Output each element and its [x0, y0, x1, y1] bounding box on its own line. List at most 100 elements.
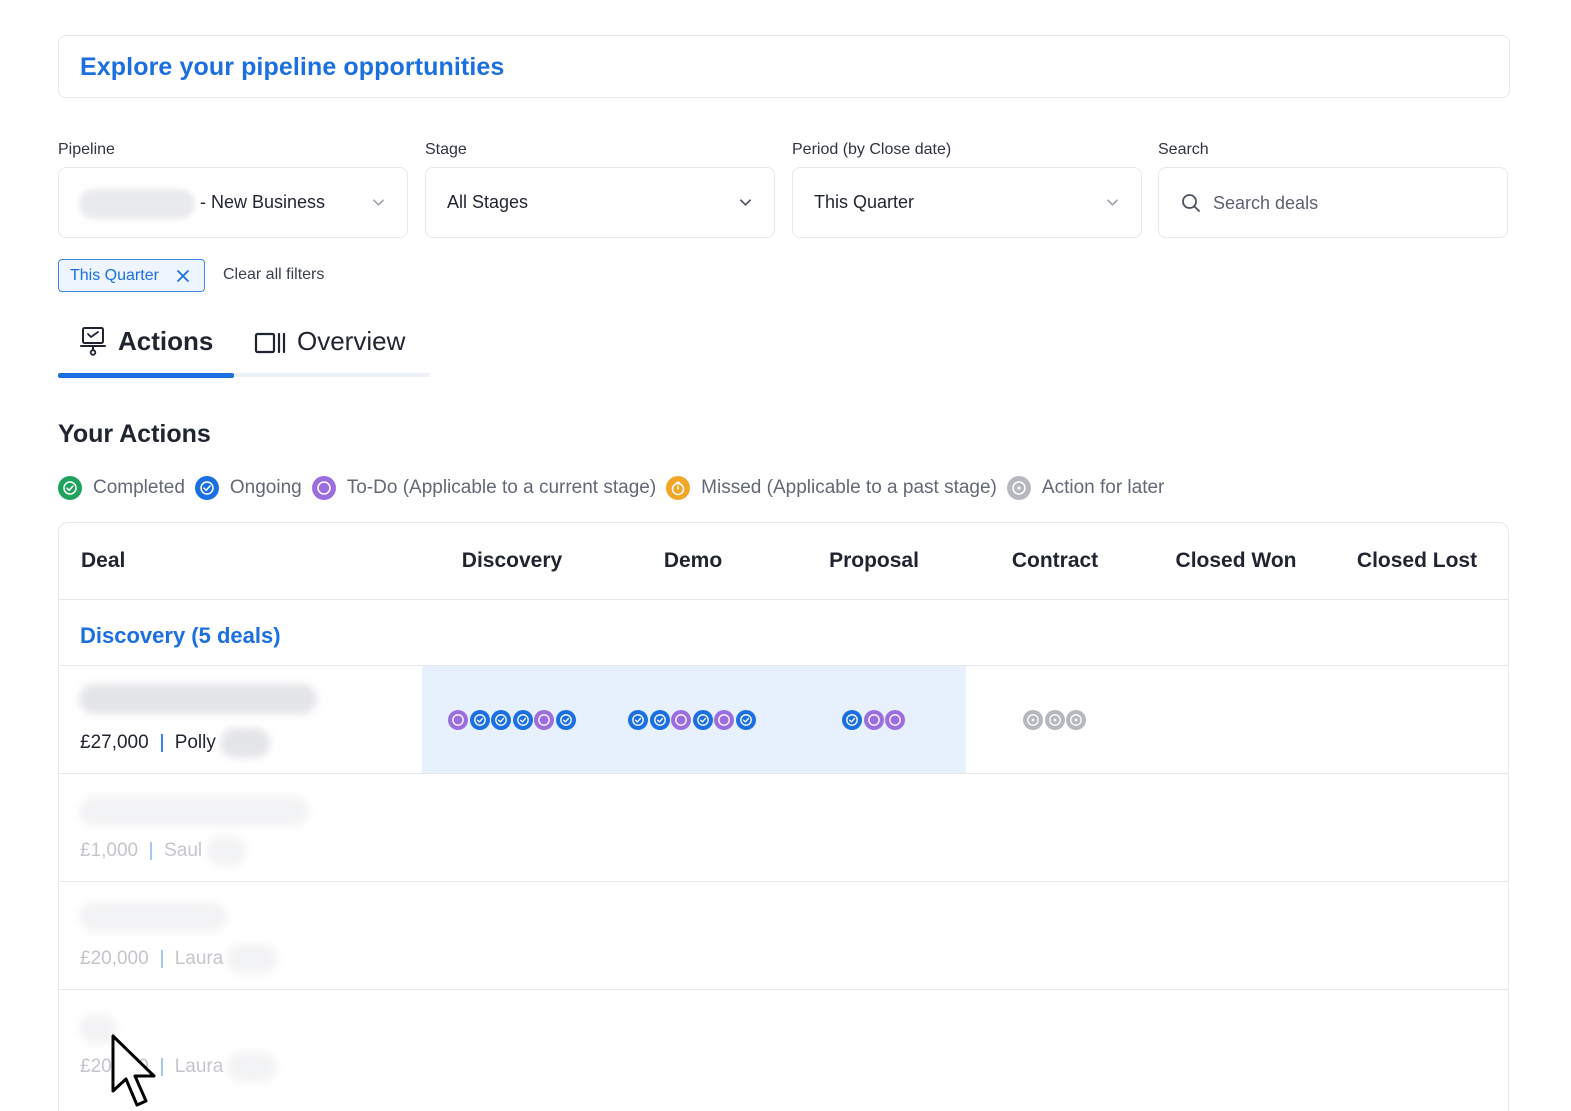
- discovery-actions[interactable]: [448, 710, 577, 730]
- chip-label: This Quarter: [70, 267, 159, 284]
- column-header-proposal: Proposal: [829, 549, 919, 572]
- section-title: Your Actions: [58, 420, 211, 448]
- separator: [160, 1058, 163, 1076]
- stage-value: All Stages: [447, 192, 529, 212]
- ongoing-status-icon[interactable]: [628, 710, 648, 730]
- chevron-down-icon: [373, 199, 384, 206]
- ongoing-status-icon[interactable]: [491, 710, 511, 730]
- tab-actions-label: Actions: [118, 326, 214, 356]
- column-header-closed-lost: Closed Lost: [1356, 549, 1478, 572]
- chevron-down-icon: [740, 199, 751, 206]
- column-header-closed-won: Closed Won: [1175, 549, 1297, 572]
- stage-select[interactable]: All Stages: [425, 167, 775, 238]
- owner-surname-redacted: [219, 728, 270, 758]
- check-circle-icon: [58, 476, 82, 500]
- column-header-demo: Demo: [663, 549, 723, 572]
- search-label: Search: [1158, 141, 1209, 158]
- ongoing-status-icon[interactable]: [555, 710, 576, 730]
- presentation-icon: [80, 327, 106, 356]
- todo-status-icon[interactable]: [863, 710, 884, 730]
- column-header-deal: Deal: [81, 549, 126, 572]
- divider: [59, 599, 1508, 600]
- table-row[interactable]: £20,000 Laura: [59, 882, 1508, 990]
- separator: [150, 842, 153, 860]
- owner-surname-redacted: [206, 836, 247, 866]
- deal-owner: Saul: [164, 840, 203, 861]
- deal-meta: £27,000 Polly: [80, 728, 270, 758]
- separator: [160, 734, 163, 752]
- todo-status-icon[interactable]: [714, 710, 734, 730]
- later-status-icon[interactable]: [1066, 710, 1086, 730]
- clear-all-filters-link[interactable]: Clear all filters: [223, 266, 324, 284]
- deal-owner: Laura: [174, 1056, 224, 1077]
- separator: [160, 950, 163, 968]
- group-title[interactable]: Discovery (5 deals): [80, 623, 281, 649]
- search-icon: [1182, 194, 1200, 212]
- close-icon[interactable]: [176, 269, 190, 283]
- todo-status-icon[interactable]: [671, 710, 691, 730]
- page-title: Explore your pipeline opportunities: [80, 53, 505, 81]
- page-banner: Explore your pipeline opportunities: [58, 35, 1510, 98]
- ongoing-status-icon[interactable]: [692, 710, 713, 730]
- columns-icon: [254, 332, 286, 354]
- table-row[interactable]: £20,000 Laura: [59, 990, 1508, 1098]
- pipeline-select[interactable]: - New Business: [58, 167, 408, 238]
- deal-amount: £20,000: [80, 948, 149, 969]
- deal-meta: £20,000 Laura: [80, 944, 278, 974]
- stage-label: Stage: [425, 141, 467, 158]
- todo-status-icon[interactable]: [448, 710, 468, 730]
- period-label: Period (by Close date): [792, 141, 952, 158]
- column-header-discovery: Discovery: [461, 549, 563, 572]
- deal-name-redacted: [79, 902, 227, 932]
- period-select[interactable]: This Quarter: [792, 167, 1142, 238]
- check-circle-icon: [194, 476, 219, 500]
- demo-actions[interactable]: [628, 710, 757, 730]
- deal-name-redacted: [79, 796, 309, 826]
- period-value: This Quarter: [814, 192, 915, 212]
- tab-overview[interactable]: Overview: [250, 322, 430, 362]
- ongoing-status-icon[interactable]: [649, 710, 670, 730]
- deals-table: Deal Discovery Demo Proposal Contract Cl…: [58, 522, 1509, 1111]
- search-input[interactable]: [1213, 189, 1483, 217]
- ongoing-status-icon[interactable]: [735, 710, 756, 730]
- ongoing-status-icon[interactable]: [512, 710, 533, 730]
- deal-amount: £1,000: [80, 840, 139, 861]
- active-filter-chip[interactable]: This Quarter: [58, 259, 205, 292]
- column-header-contract: Contract: [1011, 549, 1099, 572]
- later-status-icon[interactable]: [1023, 710, 1043, 730]
- search-box[interactable]: [1158, 167, 1508, 238]
- contract-actions[interactable]: [1023, 710, 1088, 730]
- circle-icon: [311, 476, 336, 500]
- deal-owner: Laura: [174, 948, 224, 969]
- pipeline-label: Pipeline: [58, 141, 115, 158]
- deal-name-redacted: [79, 684, 317, 714]
- proposal-actions[interactable]: [842, 710, 907, 730]
- legend-ongoing: Ongoing: [194, 476, 302, 500]
- active-tab-indicator: [58, 373, 234, 378]
- deal-amount: £27,000: [80, 732, 149, 753]
- legend-missed: Missed (Applicable to a past stage): [666, 476, 997, 500]
- deal-meta: £1,000 Saul: [80, 836, 247, 866]
- tab-overview-label: Overview: [297, 326, 406, 356]
- owner-surname-redacted: [227, 1052, 278, 1082]
- chevron-down-icon: [1107, 199, 1118, 206]
- deal-owner: Polly: [174, 732, 216, 753]
- owner-surname-redacted: [227, 944, 278, 974]
- later-status-icon[interactable]: [1044, 710, 1065, 730]
- status-legend: Completed Ongoing To-Do (Applicable to a…: [58, 475, 1174, 501]
- timer-icon: [666, 476, 691, 500]
- legend-later: Action for later: [1006, 476, 1164, 500]
- legend-completed: Completed: [58, 476, 185, 500]
- ongoing-status-icon[interactable]: [842, 710, 862, 730]
- legend-todo: To-Do (Applicable to a current stage): [311, 476, 656, 500]
- table-row[interactable]: £27,000 Polly: [59, 666, 1508, 774]
- pipeline-name-redacted: [79, 189, 195, 219]
- mouse-cursor-icon: [111, 1034, 156, 1107]
- table-row[interactable]: £1,000 Saul: [59, 774, 1508, 882]
- circle-icon: [1006, 476, 1031, 500]
- ongoing-status-icon[interactable]: [469, 710, 490, 730]
- todo-status-icon[interactable]: [885, 710, 905, 730]
- pipeline-value: - New Business: [200, 192, 326, 212]
- todo-status-icon[interactable]: [534, 710, 554, 730]
- tab-actions[interactable]: Actions: [58, 322, 234, 362]
